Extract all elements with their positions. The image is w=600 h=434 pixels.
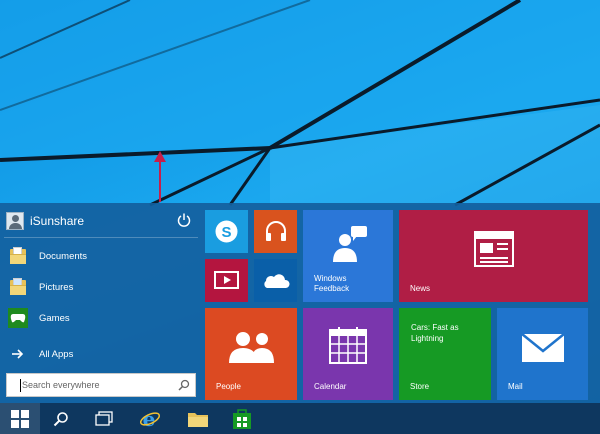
news-icon	[474, 231, 514, 267]
all-apps-button[interactable]: All Apps	[4, 341, 198, 367]
svg-text:S: S	[221, 224, 231, 241]
search-input[interactable]: Search everywhere	[6, 373, 196, 397]
taskbar: e	[0, 403, 600, 434]
start-button[interactable]	[0, 403, 40, 434]
start-menu: iSunshare Documents Pictures Games All A…	[0, 203, 600, 403]
feedback-person-icon	[333, 226, 367, 262]
skype-icon: S	[215, 220, 238, 243]
user-avatar-icon	[6, 212, 24, 230]
text-caret	[20, 378, 21, 392]
search-placeholder: Search everywhere	[22, 380, 100, 390]
windows-logo-icon	[11, 410, 29, 428]
tile-label: Calendar	[314, 382, 347, 391]
task-view-button[interactable]	[84, 403, 124, 434]
arrow-right-icon	[12, 349, 24, 359]
mail-icon	[521, 333, 565, 362]
video-icon	[214, 271, 239, 289]
search-icon[interactable]	[178, 379, 190, 391]
onedrive-tile[interactable]	[254, 259, 297, 302]
store-button[interactable]	[222, 403, 262, 434]
menu-item-label: Games	[39, 312, 70, 324]
skype-tile[interactable]: S	[205, 210, 248, 253]
documents-folder-icon	[7, 245, 29, 267]
menu-item-label: Pictures	[39, 281, 74, 293]
news-tile[interactable]: News	[399, 210, 588, 302]
tile-label: People	[216, 382, 241, 391]
taskbar-search-button[interactable]	[41, 403, 81, 434]
tile-label: Store	[410, 382, 430, 391]
windows-feedback-tile[interactable]: Windows Feedback	[303, 210, 393, 302]
onedrive-cloud-icon	[264, 274, 290, 288]
calendar-icon	[329, 327, 367, 364]
svg-text:e: e	[143, 408, 156, 430]
tile-label: Mail	[508, 382, 523, 391]
start-left-pane: iSunshare Documents Pictures Games All A…	[0, 203, 200, 403]
tile-label: Windows Feedback	[314, 274, 350, 293]
store-icon	[233, 409, 251, 429]
power-icon[interactable]	[176, 212, 192, 228]
music-headphones-icon	[266, 221, 286, 241]
internet-explorer-icon: e	[139, 408, 161, 430]
mail-tile[interactable]: Mail	[497, 308, 588, 400]
all-apps-label: All Apps	[39, 348, 74, 360]
menu-item-games[interactable]: Games	[4, 305, 198, 331]
video-tile[interactable]	[205, 259, 248, 302]
annotation-arrow	[154, 151, 166, 202]
file-explorer-icon	[188, 413, 208, 427]
task-view-icon	[95, 411, 113, 426]
menu-item-pictures[interactable]: Pictures	[4, 274, 198, 300]
calendar-tile[interactable]: Calendar	[303, 308, 393, 400]
file-explorer-button[interactable]	[178, 403, 218, 434]
user-name: iSunshare	[30, 214, 85, 228]
tile-label: News	[410, 284, 431, 293]
people-tile[interactable]: People	[205, 308, 297, 400]
internet-explorer-button[interactable]: e	[129, 403, 169, 434]
pictures-folder-icon	[7, 276, 29, 298]
menu-item-label: Documents	[39, 250, 88, 262]
games-icon	[7, 307, 29, 329]
search-icon	[53, 412, 68, 427]
people-icon	[229, 332, 274, 363]
user-account[interactable]: iSunshare	[6, 210, 196, 232]
divider	[4, 237, 198, 238]
music-tile[interactable]	[254, 210, 297, 253]
store-tile-caption: Cars: Fast as Lightning	[411, 323, 459, 343]
store-tile[interactable]: Cars: Fast as Lightning Store	[399, 308, 491, 400]
menu-item-documents[interactable]: Documents	[4, 243, 198, 269]
